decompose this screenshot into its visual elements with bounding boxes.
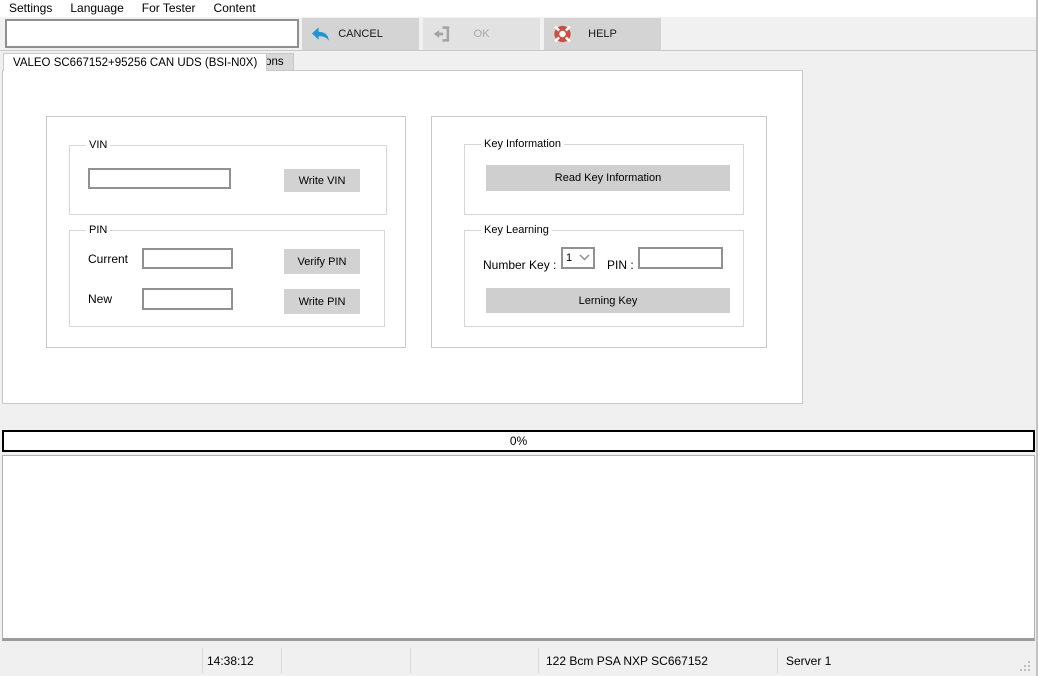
learning-key-button[interactable]: Lerning Key	[486, 288, 730, 313]
vin-pin-panel: VIN Write VIN PIN Current Verify PIN New…	[46, 116, 406, 348]
status-separator	[777, 648, 778, 673]
menu-language[interactable]: Language	[61, 0, 132, 17]
key-learning-group: Key Learning Number Key : 1 PIN : Lernin…	[464, 224, 744, 327]
cancel-label: CANCEL	[338, 28, 383, 40]
progress-percent: 0%	[509, 434, 528, 448]
pin-new-input[interactable]	[142, 288, 233, 310]
read-key-information-button[interactable]: Read Key Information	[486, 165, 730, 191]
key-panel: Key Information Read Key Information Key…	[431, 116, 767, 348]
key-information-group: Key Information Read Key Information	[464, 138, 744, 215]
pin-current-label: Current	[88, 252, 129, 266]
app-window: Settings Language For Tester Content CAN…	[0, 0, 1038, 676]
status-server: Server 1	[786, 653, 832, 668]
verify-pin-button[interactable]: Verify PIN	[284, 249, 360, 274]
menu-content[interactable]: Content	[205, 0, 265, 17]
log-area[interactable]	[2, 455, 1035, 641]
tab-valeo-module[interactable]: VALEO SC667152+95256 CAN UDS (BSI-N0X)	[3, 53, 268, 71]
toolbar: CANCEL OK HELP	[0, 17, 1036, 51]
vin-group: VIN Write VIN	[69, 139, 387, 215]
number-key-select[interactable]: 1	[561, 247, 595, 269]
vin-input[interactable]	[88, 168, 231, 189]
learning-pin-input[interactable]	[638, 247, 723, 269]
number-key-value: 1	[566, 252, 573, 264]
ok-button[interactable]: OK	[423, 18, 540, 50]
status-device: 122 Bcm PSA NXP SC667152	[546, 653, 708, 668]
status-separator	[202, 648, 203, 673]
chevron-down-icon	[579, 252, 590, 264]
status-separator	[410, 648, 411, 673]
menu-settings[interactable]: Settings	[0, 0, 61, 17]
pin-group: PIN Current Verify PIN New Write PIN	[69, 224, 385, 327]
number-key-label: Number Key :	[483, 258, 557, 272]
vin-group-label: VIN	[86, 139, 111, 151]
tab-content-panel: VIN Write VIN PIN Current Verify PIN New…	[2, 70, 803, 404]
status-bar: 14:38:12 122 Bcm PSA NXP SC667152 Server…	[0, 645, 1036, 676]
command-input[interactable]	[5, 19, 299, 48]
menu-for-tester[interactable]: For Tester	[133, 0, 205, 17]
ok-label: OK	[473, 28, 490, 40]
write-vin-button[interactable]: Write VIN	[284, 169, 360, 192]
key-learning-group-label: Key Learning	[481, 224, 552, 236]
status-separator	[538, 648, 539, 673]
help-button[interactable]: HELP	[544, 18, 661, 50]
pin-group-label: PIN	[86, 224, 111, 236]
write-pin-button[interactable]: Write PIN	[284, 289, 360, 314]
pin-current-input[interactable]	[142, 248, 233, 269]
key-information-group-label: Key Information	[481, 138, 565, 150]
status-separator	[281, 648, 282, 673]
learning-pin-label: PIN :	[607, 258, 634, 272]
menu-bar: Settings Language For Tester Content	[0, 0, 1036, 17]
resize-grip-icon[interactable]	[1019, 660, 1031, 672]
cancel-button[interactable]: CANCEL	[302, 18, 419, 50]
help-label: HELP	[588, 28, 617, 40]
status-time: 14:38:12	[207, 653, 254, 668]
pin-new-label: New	[88, 292, 113, 306]
progress-bar: 0%	[2, 430, 1035, 452]
